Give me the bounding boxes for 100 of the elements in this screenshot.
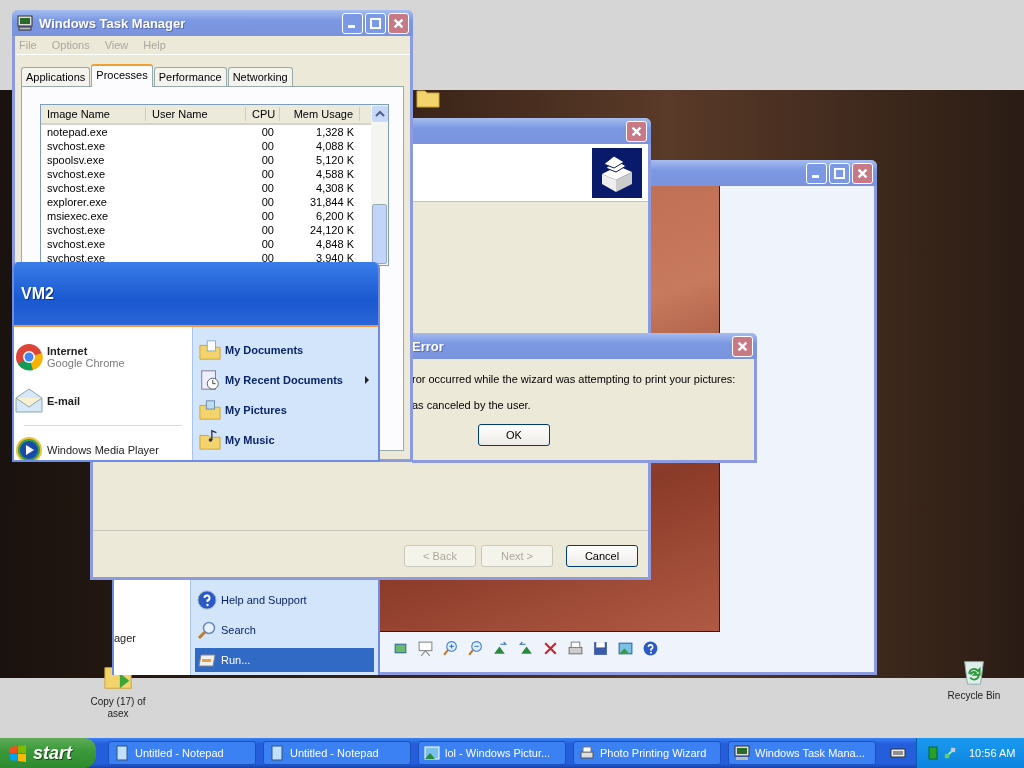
start-menu-item[interactable]: My Music — [199, 425, 374, 455]
pictures-folder-icon — [199, 399, 221, 421]
tab[interactable]: Processes — [91, 64, 153, 87]
desktop-icon-label[interactable]: Copy (17) of asex — [85, 696, 151, 720]
printer-icon — [579, 745, 595, 761]
program-label[interactable]: ager — [114, 632, 137, 644]
close-button[interactable] — [732, 335, 753, 357]
taskbar-button[interactable]: lol - Windows Pictur... — [418, 741, 566, 765]
column-header[interactable]: Image Name — [41, 107, 146, 121]
delete-icon[interactable] — [542, 640, 559, 657]
printer-icon — [592, 147, 642, 198]
ok-button[interactable]: OK — [478, 424, 550, 446]
start-menu-item[interactable]: My Pictures — [199, 395, 374, 425]
window-title: Error — [412, 338, 444, 354]
clock: 10:56 AM — [969, 747, 1016, 759]
tab[interactable]: Applications — [21, 67, 91, 86]
tab[interactable]: Networking — [227, 67, 293, 86]
table-cell-text: 00 — [260, 167, 275, 181]
table-cell-text: svchost.exe — [46, 181, 107, 195]
column-header[interactable]: User Name — [146, 107, 246, 121]
table-cell-text: 00 — [260, 195, 275, 209]
start-button[interactable]: start — [0, 738, 96, 768]
table-cell-text: 00 — [260, 125, 275, 139]
taskbar-button[interactable]: Photo Printing Wizard — [573, 741, 721, 765]
table-cell-text: 3,940 K — [315, 251, 355, 265]
rotate-right-icon[interactable] — [492, 640, 509, 657]
scrollbar-thumb[interactable] — [372, 204, 387, 264]
wizard-button[interactable]: Cancel — [566, 545, 638, 567]
documents-folder-icon — [199, 339, 221, 361]
maximize-button[interactable] — [365, 12, 386, 34]
close-button[interactable] — [388, 12, 409, 34]
minimize-button[interactable] — [806, 162, 827, 184]
folder-icon[interactable] — [416, 88, 440, 108]
table-cell-text: spoolsv.exe — [46, 153, 106, 167]
desktop-icon-label[interactable]: Recycle Bin — [941, 690, 1007, 702]
tab[interactable]: Performance — [153, 67, 227, 86]
clock-document-icon — [199, 369, 221, 391]
rotate-left-icon[interactable] — [517, 640, 534, 657]
help-icon[interactable] — [642, 640, 659, 657]
slideshow-icon[interactable] — [417, 640, 434, 657]
edit-image-icon[interactable] — [617, 640, 634, 657]
zoom-in-icon[interactable] — [442, 640, 459, 657]
table-cell-text: 4,588 K — [315, 167, 355, 181]
table-cell-text: 00 — [260, 251, 275, 265]
maximize-icon — [369, 16, 382, 30]
music-folder-icon — [199, 429, 221, 451]
table-cell-text: explorer.exe — [46, 195, 108, 209]
print-icon[interactable] — [567, 640, 584, 657]
table-cell-text: 00 — [260, 139, 275, 153]
table-cell-text: 00 — [260, 223, 275, 237]
table-cell-text: 00 — [260, 181, 275, 195]
scrollbar[interactable] — [371, 105, 388, 265]
taskbar-button[interactable]: Untitled - Notepad — [108, 741, 256, 765]
table-cell-text: 00 — [260, 153, 275, 167]
help-icon — [197, 590, 217, 610]
table-cell-text: 6,200 K — [315, 209, 355, 223]
table-cell-text: svchost.exe — [46, 167, 107, 181]
start-menu-item[interactable]: E-mail — [14, 379, 192, 423]
table-cell-text: 4,308 K — [315, 181, 355, 195]
error-detail: as canceled by the user. — [412, 399, 531, 411]
program-label[interactable]: Internet — [47, 345, 125, 357]
keyboard-icon[interactable] — [890, 747, 906, 759]
start-menu-item[interactable]: Internet Google Chrome — [14, 335, 192, 379]
taskbar-button[interactable]: Windows Task Mana... — [728, 741, 876, 765]
taskbar-button[interactable]: Untitled - Notepad — [263, 741, 411, 765]
network-icon[interactable] — [944, 746, 956, 760]
start-menu-item[interactable]: My Documents — [199, 335, 374, 365]
minimize-icon — [812, 174, 819, 178]
close-icon — [392, 16, 405, 30]
table-cell-text: 5,120 K — [315, 153, 355, 167]
maximize-button[interactable] — [829, 162, 850, 184]
table-cell-text: 31,844 K — [308, 195, 355, 209]
close-button[interactable] — [626, 120, 647, 142]
table-cell-text: 1,328 K — [315, 125, 355, 139]
minimize-button[interactable] — [342, 12, 363, 34]
computer-icon — [734, 745, 750, 761]
start-menu-item[interactable]: My Recent Documents — [199, 365, 374, 395]
start-menu-item[interactable]: Search — [195, 618, 374, 642]
start-menu-item[interactable]: Help and Support — [195, 588, 374, 612]
zoom-out-icon[interactable] — [467, 640, 484, 657]
notepad-icon — [269, 745, 285, 761]
table-cell-text: 24,120 K — [308, 223, 355, 237]
table-cell-text: svchost.exe — [46, 237, 107, 251]
table-cell-text: notepad.exe — [46, 125, 109, 139]
column-header[interactable]: CPU — [246, 107, 280, 121]
close-button[interactable] — [852, 162, 873, 184]
error-message: ror occurred while the wizard was attempting to print your pictures: — [412, 373, 736, 385]
table-cell-text: 4,848 K — [315, 237, 355, 251]
start-menu-item[interactable]: Windows Media Player — [14, 428, 192, 460]
windows-logo-icon — [8, 743, 28, 763]
maximize-icon — [833, 166, 846, 180]
program-label[interactable]: E-mail — [47, 395, 80, 407]
program-subtitle: Google Chrome — [47, 357, 125, 369]
minimize-icon — [348, 24, 355, 28]
save-icon[interactable] — [592, 640, 609, 657]
close-icon — [856, 166, 869, 180]
start-menu-item[interactable]: Run... — [195, 648, 374, 672]
table-cell-text: 4,088 K — [315, 139, 355, 153]
search-icon — [197, 620, 217, 640]
column-header[interactable]: Mem Usage — [280, 107, 360, 121]
